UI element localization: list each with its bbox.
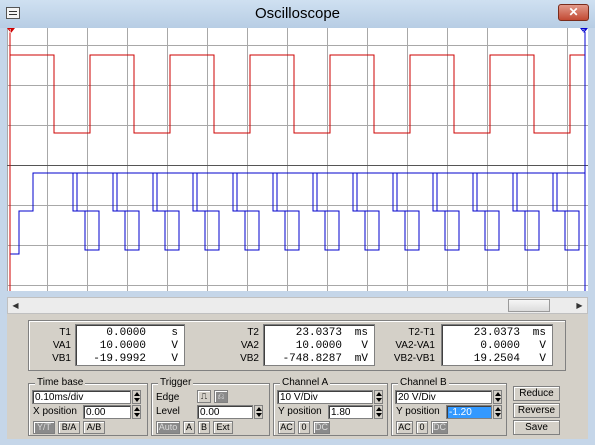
level-spinner[interactable] [254,405,263,419]
reverse-button[interactable]: Reverse [513,403,560,418]
reduce-button[interactable]: Reduce [513,386,560,401]
close-button[interactable]: ✕ [558,4,589,21]
va2-va1-unit: V [539,340,546,352]
channel-a-scale-spinner[interactable] [374,390,383,404]
t2-t1-unit: ms [532,327,546,339]
scroll-thumb[interactable] [508,299,550,312]
readout-panel: T1 VA1 VB1 0.0000 s 10.0000 V -19.9992 V T2… [28,320,566,371]
t1-label: T1 [59,327,71,338]
close-icon: ✕ [568,5,579,19]
falling-edge-icon: ⎌ [217,391,225,401]
channel-b-ypos-label: Y position [396,406,440,417]
vb2-label: VB2 [240,353,259,364]
title-bar[interactable]: Oscilloscope ✕ [0,0,595,28]
t1-value: 0.0000 [106,327,146,339]
channel-a-scale-field[interactable]: 10 V/Div [277,390,373,404]
va1-value: 10.0000 [99,340,146,352]
timebase-title: Time base [35,377,86,388]
t2-label: T2 [247,327,259,338]
readout-box-1: 0.0000 s 10.0000 V -19.9992 V [75,324,185,366]
vb2-vb1-unit: V [539,353,546,365]
timebase-scale-field[interactable]: 0.10ms/div [32,390,131,404]
va1-unit: V [171,340,178,352]
falling-edge-button[interactable]: ⎌ [214,390,228,403]
va1-label: VA1 [52,340,71,351]
channel-b-scale-spinner[interactable] [493,390,502,404]
trigger-b-button[interactable]: B [198,421,210,434]
rising-edge-button[interactable]: ⎍ [197,390,211,403]
edge-label: Edge [156,392,180,403]
vb1-label: VB1 [52,353,71,364]
timebase-scale-spinner[interactable] [132,390,141,404]
cursor-t1-label: 1 [9,29,12,35]
t2-t1-value: 23.0373 [473,327,520,339]
t2-unit: ms [354,327,368,339]
t2-value: 23.0373 [295,327,342,339]
mode-yt-button[interactable]: Y/T [33,421,55,434]
cursor-t2-label: 2 [582,29,585,35]
channel-b-title: Channel B [398,377,449,388]
channel-b-zero-button[interactable]: 0 [416,421,428,434]
trigger-auto-button[interactable]: Auto [156,421,180,434]
channel-b-trace [10,172,585,255]
channel-b-ypos-spinner[interactable] [493,405,502,419]
xpos-spinner[interactable] [132,405,141,419]
trigger-a-button[interactable]: A [183,421,195,434]
trigger-group: Trigger Edge ⎍ ⎌ Level 0.00 Auto A B Ext [151,377,270,436]
channel-a-ypos-label: Y position [278,406,322,417]
channel-b-group: Channel B 20 V/Div Y position -1.20 AC 0… [391,377,507,436]
va2-va1-value: 0.0000 [480,340,520,352]
readout-box-2: 23.0373 ms 10.0000 V -748.8287 mV [263,324,375,366]
channel-a-ypos-field[interactable]: 1.80 [328,405,373,419]
va2-unit: V [361,340,368,352]
va2-value: 10.0000 [295,340,342,352]
scope-screen: 1 2 [7,28,588,291]
trigger-ext-button[interactable]: Ext [213,421,233,434]
vb2-unit: mV [354,353,368,365]
vb1-unit: V [171,353,178,365]
scroll-right-icon[interactable]: ▶ [572,298,587,313]
timebase-group: Time base 0.10ms/div X position 0.00 Y/T… [28,377,148,436]
va2-label: VA2 [240,340,259,351]
mode-ab-button[interactable]: A/B [83,421,105,434]
channel-a-zero-button[interactable]: 0 [298,421,310,434]
save-button[interactable]: Save [513,420,560,435]
channel-a-dc-button[interactable]: DC [313,421,330,434]
screen-grid [7,28,588,291]
trigger-title: Trigger [158,377,194,388]
control-panel: T1 VA1 VB1 0.0000 s 10.0000 V -19.9992 V T2… [7,314,588,439]
xpos-field[interactable]: 0.00 [83,405,131,419]
xpos-label: X position [33,406,77,417]
va2-va1-label: VA2-VA1 [395,340,435,351]
t1-unit: s [171,327,178,339]
scope-display: 1 2 [7,28,588,291]
vb1-value: -19.9992 [93,353,146,365]
readout-box-3: 23.0373 ms 0.0000 V 19.2504 V [441,324,553,366]
scroll-left-icon[interactable]: ◀ [8,298,23,313]
channel-b-dc-button[interactable]: DC [431,421,448,434]
channel-b-ypos-field[interactable]: -1.20 [446,405,492,419]
channel-b-ac-button[interactable]: AC [396,421,413,434]
channel-a-group: Channel A 10 V/Div Y position 1.80 AC 0 … [273,377,388,436]
vb2-value: -748.8287 [282,353,342,365]
level-field[interactable]: 0.00 [197,405,253,419]
channel-a-trace [10,54,586,134]
rising-edge-icon: ⎍ [200,391,208,401]
mode-ba-button[interactable]: B/A [58,421,80,434]
level-label: Level [156,406,180,417]
cursor-t2[interactable]: 2 [580,28,588,291]
channel-b-scale-field[interactable]: 20 V/Div [395,390,492,404]
cursor-t1[interactable]: 1 [7,28,15,291]
horizontal-scrollbar[interactable]: ◀ ▶ [7,297,588,314]
vb2-vb1-label: VB2-VB1 [393,353,435,364]
channel-a-ac-button[interactable]: AC [278,421,295,434]
oscilloscope-window: Oscilloscope ✕ 1 2 ◀ ▶ T1 VA1 VB1 0.0000… [0,0,595,445]
vb2-vb1-value: 19.2504 [473,353,520,365]
window-title: Oscilloscope [254,5,341,22]
channel-a-ypos-spinner[interactable] [374,405,383,419]
channel-a-title: Channel A [280,377,331,388]
t2-t1-label: T2-T1 [408,327,435,338]
